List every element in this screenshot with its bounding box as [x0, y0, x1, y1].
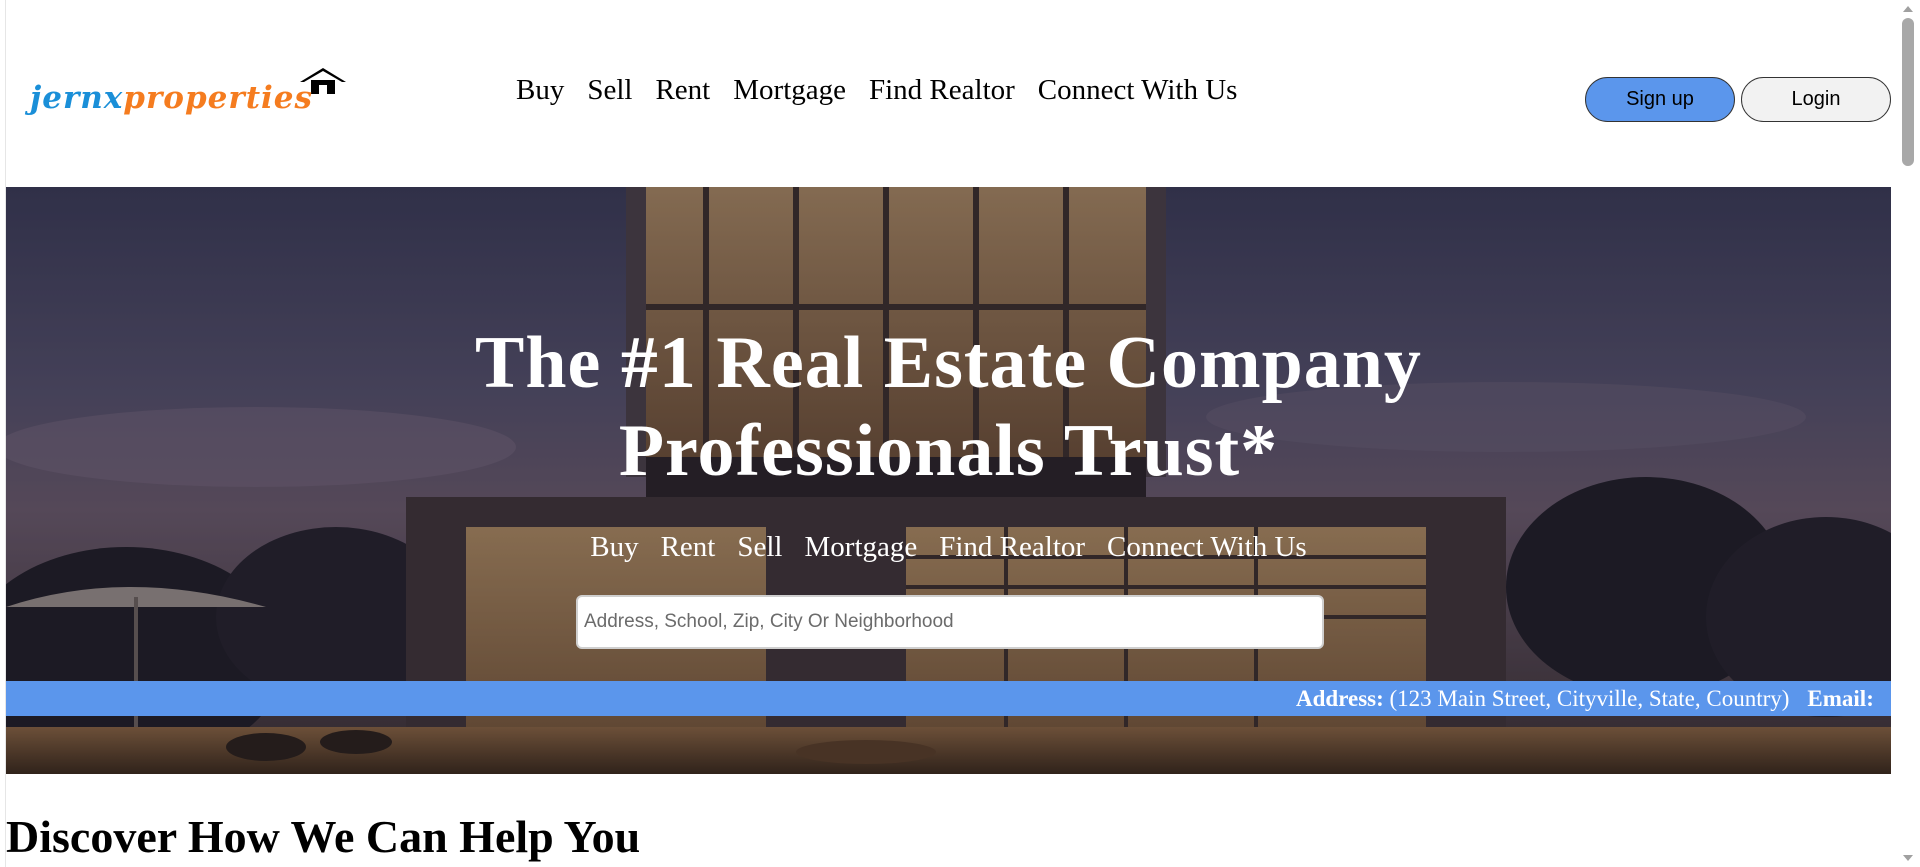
hero-title: The #1 Real Estate Company Professionals… — [6, 319, 1891, 495]
vertical-scrollbar[interactable] — [1895, 0, 1920, 867]
scroll-down-icon[interactable] — [1903, 855, 1913, 861]
nav-rent[interactable]: Rent — [655, 74, 710, 107]
ticker-address-value: (123 Main Street, Cityville, State, Coun… — [1389, 686, 1790, 711]
auth-buttons: Sign up Login — [1585, 77, 1891, 122]
nav-sell[interactable]: Sell — [587, 74, 632, 107]
login-button[interactable]: Login — [1741, 77, 1891, 122]
main-nav: Buy Sell Rent Mortgage Find Realtor Conn… — [516, 74, 1260, 107]
hero-title-line1: The #1 Real Estate Company — [475, 321, 1422, 404]
scroll-thumb[interactable] — [1902, 18, 1914, 166]
hero-nav-sell[interactable]: Sell — [737, 531, 782, 564]
nav-connect-with-us[interactable]: Connect With Us — [1038, 74, 1238, 107]
ticker-email-label: Email: — [1807, 686, 1874, 711]
page: jernxproperties Buy Sell Rent Mortgage F… — [6, 0, 1891, 867]
nav-find-realtor[interactable]: Find Realtor — [869, 74, 1015, 107]
hero-nav-rent[interactable]: Rent — [661, 531, 716, 564]
logo-part-jernx: jernx — [30, 80, 124, 116]
hero-title-line2: Professionals Trust* — [618, 409, 1279, 492]
nav-buy[interactable]: Buy — [516, 74, 564, 107]
site-header: jernxproperties Buy Sell Rent Mortgage F… — [6, 0, 1891, 187]
hero-nav-find-realtor[interactable]: Find Realtor — [939, 531, 1085, 564]
search-box — [576, 595, 1324, 649]
hero-nav-mortgage[interactable]: Mortgage — [805, 531, 918, 564]
section-title: Discover How We Can Help You — [6, 811, 641, 862]
scroll-up-icon[interactable] — [1903, 6, 1913, 12]
logo-part-properties: properties — [123, 80, 313, 116]
contact-ticker: Address: (123 Main Street, Cityville, St… — [6, 681, 1891, 716]
search-input[interactable] — [582, 610, 1322, 634]
site-logo[interactable]: jernxproperties — [30, 66, 450, 126]
ticker-content: Address: (123 Main Street, Cityville, St… — [1296, 681, 1874, 716]
hero-nav-connect-with-us[interactable]: Connect With Us — [1107, 531, 1307, 564]
ticker-address-label: Address: — [1296, 686, 1384, 711]
hero-nav: Buy Rent Sell Mortgage Find Realtor Conn… — [6, 531, 1891, 564]
nav-mortgage[interactable]: Mortgage — [733, 74, 846, 107]
hero-section: The #1 Real Estate Company Professionals… — [6, 187, 1891, 774]
logo-wordmark: jernxproperties — [30, 80, 313, 116]
hero-nav-buy[interactable]: Buy — [590, 531, 638, 564]
signup-button[interactable]: Sign up — [1585, 77, 1735, 122]
